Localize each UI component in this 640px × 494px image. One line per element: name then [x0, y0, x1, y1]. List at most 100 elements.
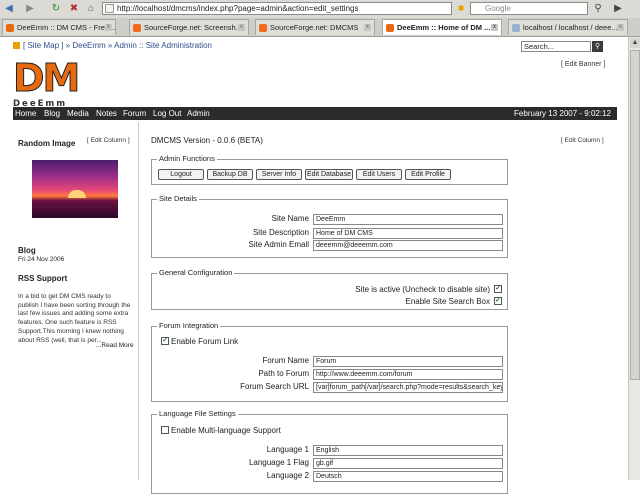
forum-name-input[interactable]: Forum — [313, 356, 503, 367]
enable-forum-label: Enable Forum Link — [171, 337, 239, 346]
forum-search-url-input[interactable]: [var]forum_path[/var]/search.php?mode=re… — [313, 382, 503, 393]
rss-support-title[interactable]: RSS Support — [18, 274, 67, 283]
home-icon[interactable]: ⌂ — [85, 3, 97, 15]
language-1-input[interactable]: English — [313, 445, 503, 456]
favicon-icon — [512, 24, 520, 32]
general-config-fieldset: General Configuration Site is active (Un… — [151, 268, 508, 310]
forum-integration-fieldset: Forum Integration ✓ Enable Forum Link Fo… — [151, 321, 508, 402]
edit-banner-link[interactable]: [ Edit Banner ] — [561, 61, 605, 68]
nav-forum[interactable]: Forum — [123, 107, 146, 120]
edit-users-button[interactable]: Edit Users — [356, 169, 402, 180]
reload-icon[interactable]: ↻ — [50, 3, 62, 15]
rss-support-excerpt: In a bid to get DM CMS ready to publish … — [18, 293, 131, 344]
site-search-button[interactable]: ⚲ — [592, 41, 603, 52]
version-text: DMCMS Version - 0.0.6 (BETA) — [151, 136, 263, 145]
close-tab-icon[interactable]: x — [491, 24, 498, 31]
site-logo[interactable]: DM DeeEmm — [13, 56, 81, 110]
site-details-legend: Site Details — [157, 194, 199, 203]
edit-database-button[interactable]: Edit Database — [305, 169, 353, 180]
multi-language-label: Enable Multi-language Support — [171, 426, 281, 435]
random-image[interactable] — [32, 160, 118, 218]
nav-notes[interactable]: Notes — [96, 107, 117, 120]
read-more-link[interactable]: ...Read More — [96, 342, 134, 349]
browser-tab[interactable]: localhost / localhost / deee... x — [508, 19, 628, 35]
site-search-checkbox[interactable]: ✓ — [494, 297, 502, 305]
scroll-up-icon[interactable]: ▲ — [630, 38, 640, 48]
forum-integration-legend: Forum Integration — [157, 321, 221, 330]
nav-media[interactable]: Media — [67, 107, 89, 120]
rss-icon[interactable] — [13, 42, 20, 49]
url-bar[interactable]: http://localhost/dmcms/index.php?page=ad… — [102, 2, 452, 15]
sunset-sun — [68, 190, 86, 198]
site-details-fieldset: Site Details Site Name DeeEmm Site Descr… — [151, 194, 508, 258]
current-date: February 13 2007 - 9:02:12 — [514, 109, 611, 118]
browser-tab-active[interactable]: DeeEmm :: Home of DM ... x — [382, 19, 502, 35]
browser-tab[interactable]: DeeEmm :: DM CMS - Free ... x — [2, 19, 116, 35]
backup-db-button[interactable]: Backup DB — [207, 169, 253, 180]
forward-icon[interactable]: ▶ — [24, 3, 36, 15]
page-icon — [105, 4, 114, 13]
browser-toolbar: ◀ ▶ ↻ ✖ ⌂ http://localhost/dmcms/index.p… — [0, 0, 640, 19]
toolbar-extra-icon[interactable]: ▶ — [612, 3, 624, 15]
server-info-button[interactable]: Server Info — [256, 169, 302, 180]
close-tab-icon[interactable]: x — [105, 24, 112, 31]
admin-functions-legend: Admin Functions — [157, 154, 217, 163]
blog-title: Blog — [18, 246, 36, 255]
language-settings-fieldset: Language File Settings Enable Multi-lang… — [151, 409, 508, 494]
enable-forum-checkbox[interactable]: ✓ — [161, 337, 169, 345]
browser-search-input[interactable]: Google — [470, 2, 588, 15]
blog-date: Fri 24 Nov 2006 — [18, 256, 65, 263]
back-icon[interactable]: ◀ — [3, 3, 15, 15]
logo-letters: DM — [13, 56, 81, 100]
edit-column-link[interactable]: [ Edit Column ] — [87, 137, 130, 144]
browser-search-placeholder: Google — [485, 4, 511, 13]
site-active-checkbox[interactable]: ✓ — [494, 285, 502, 293]
rss-feed-icon[interactable]: ■ — [455, 3, 467, 15]
language-2-label: Language 2 — [266, 471, 309, 480]
favicon-icon — [133, 24, 141, 32]
site-search-label: Enable Site Search Box — [405, 297, 491, 306]
main-navbar: Home Blog Media Notes Forum Log Out Admi… — [13, 107, 617, 120]
site-admin-email-label: Site Admin Email — [248, 240, 309, 249]
favicon-icon — [386, 24, 394, 32]
browser-tab[interactable]: SourceForge.net: DMCMS x — [255, 19, 375, 35]
forum-name-label: Forum Name — [262, 356, 309, 365]
stop-icon[interactable]: ✖ — [68, 3, 80, 15]
close-tab-icon[interactable]: x — [617, 24, 624, 31]
admin-functions-fieldset: Admin Functions Logout Backup DB Server … — [151, 154, 508, 185]
close-tab-icon[interactable]: x — [364, 24, 371, 31]
nav-logout[interactable]: Log Out — [153, 107, 181, 120]
tab-label: SourceForge.net: Screensh... — [144, 23, 242, 32]
language-1-label: Language 1 — [266, 445, 309, 454]
nav-blog[interactable]: Blog — [44, 107, 60, 120]
breadcrumb[interactable]: [ Site Map ] » DeeEmm » Admin :: Site Ad… — [23, 41, 212, 50]
nav-admin[interactable]: Admin — [187, 107, 210, 120]
multi-language-checkbox[interactable] — [161, 426, 169, 434]
language-1-flag-input[interactable]: gb.gif — [313, 458, 503, 469]
url-text: http://localhost/dmcms/index.php?page=ad… — [117, 4, 359, 13]
forum-search-url-label: Forum Search URL — [240, 382, 309, 391]
scroll-thumb[interactable] — [630, 50, 640, 380]
page-scrollbar[interactable]: ▲ — [628, 37, 640, 480]
edit-profile-button[interactable]: Edit Profile — [405, 169, 451, 180]
tab-label: SourceForge.net: DMCMS — [270, 23, 359, 32]
search-go-icon[interactable]: ⚲ — [592, 3, 604, 15]
general-config-legend: General Configuration — [157, 268, 235, 277]
site-description-input[interactable]: Home of DM CMS — [313, 228, 503, 239]
forum-path-input[interactable]: http://www.deeemm.com/forum — [313, 369, 503, 380]
logout-button[interactable]: Logout — [158, 169, 204, 180]
browser-tab[interactable]: SourceForge.net: Screensh... x — [129, 19, 249, 35]
site-name-label: Site Name — [271, 214, 309, 223]
site-search-input[interactable]: Search... — [521, 41, 591, 52]
nav-home[interactable]: Home — [15, 107, 36, 120]
tab-label: localhost / localhost / deee... — [523, 23, 618, 32]
language-2-input[interactable]: Deutsch — [313, 471, 503, 482]
site-active-label: Site is active (Uncheck to disable site) — [355, 285, 490, 294]
site-admin-email-input[interactable]: deeemm@deeemm.com — [313, 240, 503, 251]
edit-column-link[interactable]: [ Edit Column ] — [561, 137, 604, 144]
tab-label: DeeEmm :: Home of DM ... — [397, 23, 491, 32]
close-tab-icon[interactable]: x — [238, 24, 245, 31]
tab-label: DeeEmm :: DM CMS - Free ... — [17, 23, 116, 32]
site-description-label: Site Description — [252, 228, 309, 237]
site-name-input[interactable]: DeeEmm — [313, 214, 503, 225]
